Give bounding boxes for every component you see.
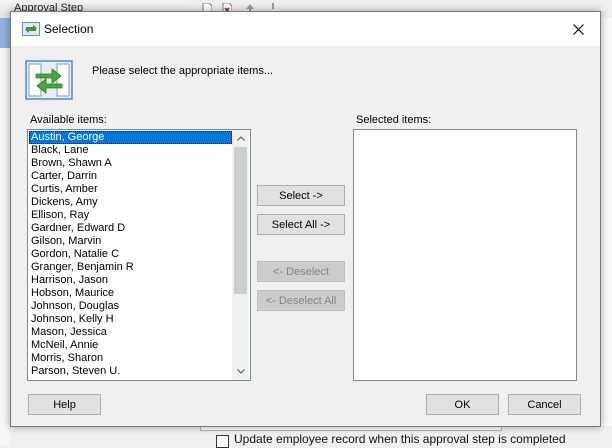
select-all-button[interactable]: Select All -> [257,214,345,235]
close-button[interactable] [556,12,600,46]
select-button[interactable]: Select -> [257,185,345,206]
list-item[interactable]: Dickens, Amy [29,196,232,209]
deselect-all-button[interactable]: <- Deselect All [257,290,345,311]
list-item[interactable]: Gardner, Edward D [29,222,232,235]
available-items-label: Available items: [30,114,107,126]
list-item[interactable]: Gordon, Natalie C [29,248,232,261]
scroll-up-button[interactable] [232,130,249,147]
selected-items-list[interactable] [353,129,577,381]
list-item[interactable]: Ellison, Ray [29,209,232,222]
list-item[interactable]: Granger, Benjamin R [29,261,232,274]
background-selected-row [0,18,10,48]
selection-app-icon [22,22,40,36]
list-item[interactable]: Gilson, Marvin [29,235,232,248]
list-item[interactable]: Parson, Steven U. [29,365,232,378]
available-items-list[interactable]: Austin, George Black, Lane Brown, Shawn AC… [27,129,251,381]
list-item[interactable]: McNeil, Annie [29,339,232,352]
close-icon [572,23,584,35]
help-button[interactable]: Help [28,394,101,415]
cancel-button[interactable]: Cancel [508,394,581,415]
scrollbar-thumb[interactable] [234,147,247,294]
dialog-title: Selection [44,22,94,36]
list-item[interactable]: Johnson, Kelly H [29,313,232,326]
deselect-button[interactable]: <- Deselect [257,261,345,282]
dialog-titlebar[interactable]: Selection [11,12,600,46]
selected-items-label: Selected items: [356,114,432,126]
update-record-checkbox[interactable] [216,435,229,448]
list-item[interactable]: Brown, Shawn A [29,157,232,170]
list-item[interactable]: Harrison, Jason [29,274,232,287]
update-record-label: Update employee record when this approva… [234,432,566,446]
list-item[interactable]: Mason, Jessica [29,326,232,339]
selection-dialog: Selection Please select the appropriate … [10,11,601,427]
background-bottom-area: Update employee record when this approva… [10,426,612,448]
chevron-up-icon [236,136,245,141]
list-item[interactable]: Hobson, Maurice [29,287,232,300]
scroll-down-button[interactable] [232,363,249,380]
available-list-scrollbar[interactable] [232,130,249,380]
list-item[interactable]: Curtis, Amber [29,183,232,196]
transfer-icon [25,60,73,100]
list-item[interactable]: Morris, Sharon [29,352,232,365]
list-item[interactable]: Carter, Darrin [29,170,232,183]
ok-button[interactable]: OK [426,394,499,415]
chevron-down-icon [236,369,245,374]
list-item[interactable]: Austin, George [29,131,232,144]
list-item[interactable]: Johnson, Douglas [29,300,232,313]
instruction-text: Please select the appropriate items... [92,65,273,77]
list-item[interactable]: Black, Lane [29,144,232,157]
background-right-panel [600,18,612,446]
background-left-panel [0,48,10,446]
